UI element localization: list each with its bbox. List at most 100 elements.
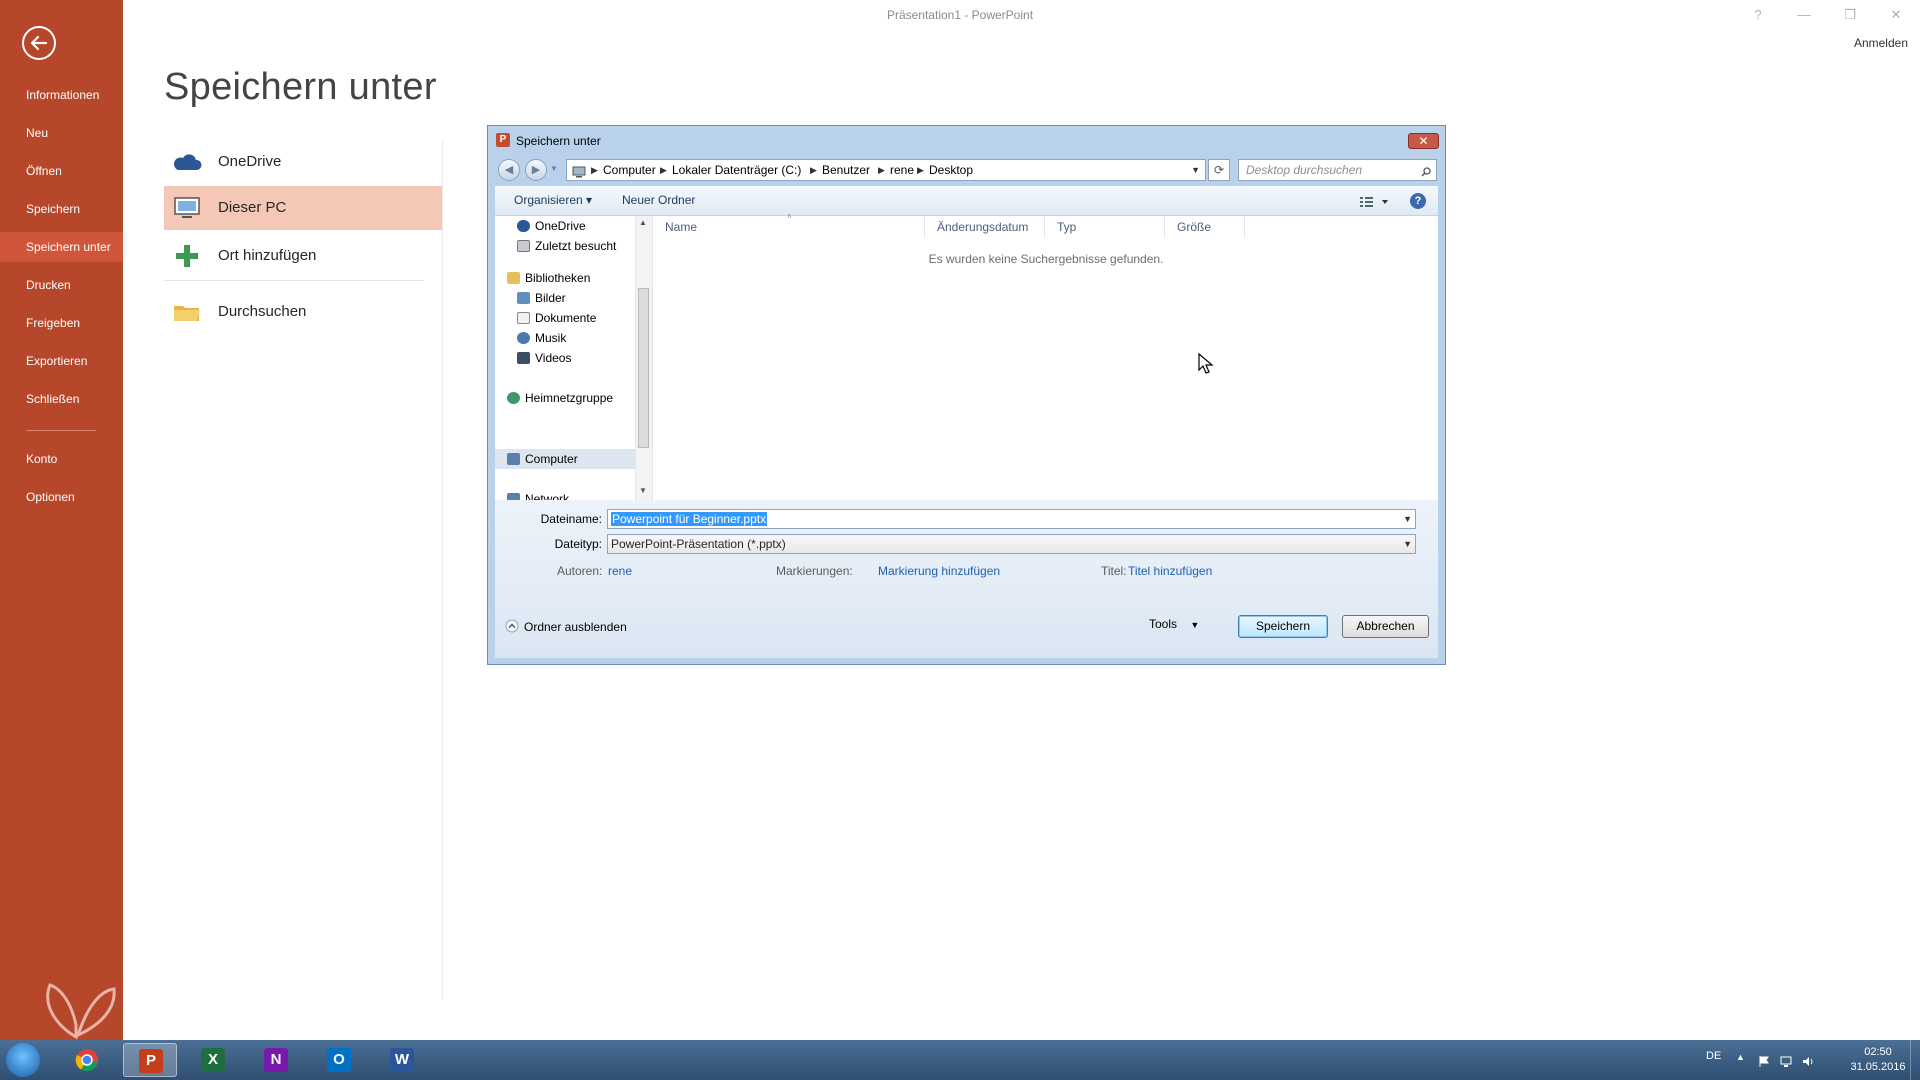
- tree-item-pictures[interactable]: Bilder: [495, 288, 566, 308]
- scroll-up-icon[interactable]: ▲: [639, 218, 647, 227]
- navigation-scrollbar[interactable]: ▲ ▼: [635, 216, 652, 500]
- tree-item-label: Dokumente: [535, 311, 597, 325]
- new-folder-button[interactable]: Neuer Ordner: [622, 186, 695, 216]
- scroll-down-icon[interactable]: ▼: [639, 486, 647, 495]
- filename-dropdown-icon[interactable]: ▼: [1403, 510, 1412, 528]
- view-options-icon[interactable]: [1360, 195, 1390, 207]
- tree-item-computer[interactable]: Computer: [495, 449, 578, 469]
- videos-icon: [517, 352, 530, 364]
- computer-icon: [572, 164, 586, 178]
- restore-button[interactable]: ❐: [1834, 4, 1866, 26]
- nav-oeffnen[interactable]: Öffnen: [0, 156, 123, 186]
- breadcrumb-computer[interactable]: Computer: [603, 160, 656, 180]
- cancel-button[interactable]: Abbrechen: [1342, 615, 1429, 638]
- breadcrumb-desktop[interactable]: Desktop: [929, 160, 973, 180]
- location-add-place[interactable]: Ort hinzufügen: [164, 234, 442, 278]
- back-arrow-icon[interactable]: [22, 26, 56, 60]
- location-label: Durchsuchen: [218, 303, 307, 320]
- organize-button[interactable]: Organisieren ▾: [514, 186, 592, 216]
- help-button[interactable]: ?: [1742, 4, 1774, 26]
- tree-item-music[interactable]: Musik: [495, 328, 566, 348]
- close-window-button[interactable]: ✕: [1880, 4, 1912, 26]
- location-onedrive[interactable]: OneDrive: [164, 140, 442, 184]
- breadcrumb-drive[interactable]: Lokaler Datenträger (C:): [672, 160, 801, 180]
- sign-in-link[interactable]: Anmelden: [1854, 36, 1908, 50]
- scrollbar-thumb[interactable]: [638, 288, 649, 448]
- filetype-dropdown-icon[interactable]: ▼: [1403, 535, 1412, 553]
- network-tray-icon[interactable]: [1780, 1054, 1792, 1067]
- save-as-dialog: P Speichern unter ✕ ◀ ▶ ▼ ▶ Computer ▶ L…: [487, 125, 1446, 665]
- back-icon[interactable]: ◀: [498, 159, 520, 181]
- refresh-icon[interactable]: ⟳: [1208, 159, 1230, 181]
- tree-item-homegroup[interactable]: Heimnetzgruppe: [495, 388, 613, 408]
- save-button[interactable]: Speichern: [1238, 615, 1328, 638]
- word-taskbar-button[interactable]: W: [375, 1043, 429, 1077]
- dialog-close-button[interactable]: ✕: [1408, 133, 1439, 149]
- minimize-button[interactable]: —: [1788, 4, 1820, 26]
- help-icon[interactable]: ?: [1410, 193, 1426, 209]
- word-icon: W: [390, 1048, 414, 1072]
- column-type[interactable]: Typ: [1045, 216, 1165, 238]
- tree-item-libraries[interactable]: Bibliotheken: [495, 268, 590, 288]
- dialog-footer: Dateiname: Powerpoint für Beginner.pptx …: [495, 500, 1438, 658]
- excel-taskbar-button[interactable]: X: [186, 1043, 240, 1077]
- location-label: Ort hinzufügen: [218, 247, 317, 264]
- breadcrumb-users[interactable]: Benutzer: [822, 160, 870, 180]
- action-center-flag-icon[interactable]: [1758, 1054, 1770, 1067]
- nav-exportieren[interactable]: Exportieren: [0, 346, 123, 376]
- nav-informationen[interactable]: Informationen: [0, 80, 123, 110]
- search-input[interactable]: Desktop durchsuchen: [1238, 159, 1437, 181]
- dialog-titlebar: P Speichern unter ✕: [488, 126, 1445, 154]
- location-this-pc[interactable]: Dieser PC: [164, 186, 442, 230]
- history-dropdown-icon[interactable]: ▼: [550, 164, 558, 173]
- clock-date: 31.05.2016: [1850, 1061, 1906, 1073]
- volume-icon[interactable]: [1802, 1054, 1814, 1066]
- nav-neu[interactable]: Neu: [0, 118, 123, 148]
- nav-schliessen[interactable]: Schließen: [0, 384, 123, 414]
- taskbar: P X N O W DE ▲ 02:50 31.05.2016: [0, 1040, 1920, 1080]
- nav-konto[interactable]: Konto: [0, 444, 123, 474]
- clock-time: 02:50: [1864, 1046, 1892, 1058]
- filename-field[interactable]: Powerpoint für Beginner.pptx ▼: [607, 509, 1416, 529]
- tree-item-videos[interactable]: Videos: [495, 348, 571, 368]
- add-tag-link[interactable]: Markierung hinzufügen: [878, 564, 1000, 578]
- column-modified[interactable]: Änderungsdatum: [925, 216, 1045, 238]
- location-browse[interactable]: Durchsuchen: [164, 290, 442, 334]
- forward-icon[interactable]: ▶: [525, 159, 547, 181]
- powerpoint-taskbar-button[interactable]: P: [123, 1043, 177, 1077]
- authors-value[interactable]: rene: [608, 564, 632, 578]
- show-desktop-button[interactable]: [1910, 1040, 1920, 1080]
- windows-start-icon[interactable]: [6, 1043, 40, 1077]
- dialog-toolbar: Organisieren ▾ Neuer Ordner ?: [495, 186, 1438, 216]
- tree-item-recent[interactable]: Zuletzt besucht: [495, 236, 616, 256]
- filetype-select[interactable]: PowerPoint-Präsentation (*.pptx) ▼: [607, 534, 1416, 554]
- tree-item-onedrive[interactable]: OneDrive: [495, 216, 586, 236]
- nav-drucken[interactable]: Drucken: [0, 270, 123, 300]
- address-dropdown-icon[interactable]: ▼: [1191, 160, 1200, 180]
- tree-item-label: Videos: [535, 351, 572, 365]
- address-bar[interactable]: ▶ Computer ▶ Lokaler Datenträger (C:) ▶ …: [566, 159, 1206, 181]
- breadcrumb-user[interactable]: rene: [890, 160, 914, 180]
- tree-item-documents[interactable]: Dokumente: [495, 308, 596, 328]
- nav-freigeben[interactable]: Freigeben: [0, 308, 123, 338]
- chevron-up-icon[interactable]: [505, 619, 519, 633]
- tree-item-network[interactable]: Network: [495, 489, 569, 500]
- hide-folders-button[interactable]: Ordner ausblenden: [524, 620, 627, 634]
- tools-button[interactable]: Tools ▼: [1149, 617, 1199, 631]
- language-indicator[interactable]: DE: [1706, 1050, 1721, 1062]
- onenote-taskbar-button[interactable]: N: [249, 1043, 303, 1077]
- panel-divider: [442, 140, 443, 1000]
- nav-speichern-unter[interactable]: Speichern unter: [0, 232, 123, 262]
- add-title-link[interactable]: Titel hinzufügen: [1128, 564, 1212, 578]
- outlook-taskbar-button[interactable]: O: [312, 1043, 366, 1077]
- column-size[interactable]: Größe: [1165, 216, 1245, 238]
- location-label: Dieser PC: [218, 199, 287, 216]
- system-clock[interactable]: 02:50 31.05.2016: [1848, 1045, 1908, 1075]
- chrome-icon[interactable]: [60, 1043, 114, 1077]
- search-icon[interactable]: [1421, 163, 1431, 177]
- breadcrumb-separator: ▶: [917, 165, 924, 175]
- nav-speichern[interactable]: Speichern: [0, 194, 123, 224]
- cloud-icon: [517, 220, 530, 232]
- tray-expand-icon[interactable]: ▲: [1736, 1052, 1745, 1062]
- nav-optionen[interactable]: Optionen: [0, 482, 123, 512]
